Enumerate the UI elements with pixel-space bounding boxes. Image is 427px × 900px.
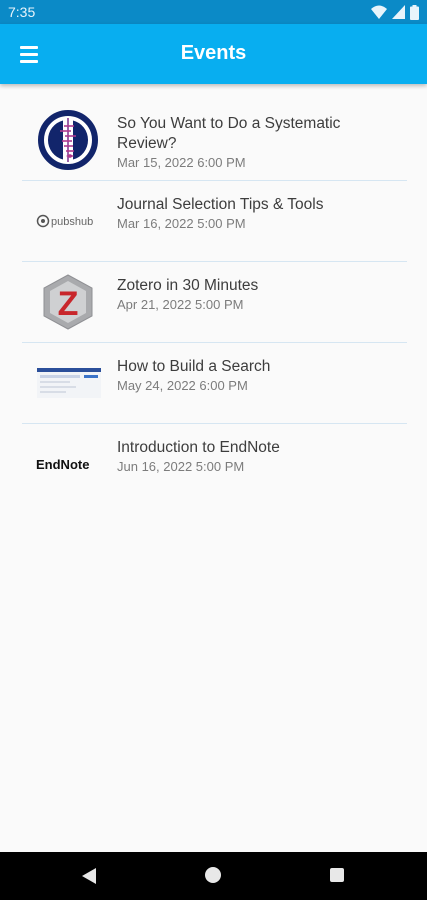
endnote-logo: EndNote <box>34 434 104 494</box>
event-date: Mar 16, 2022 5:00 PM <box>117 216 246 231</box>
signal-icon <box>392 5 405 19</box>
status-icons <box>371 4 419 20</box>
status-bar: 7:35 <box>0 0 427 24</box>
event-item-zotero[interactable]: Z Zotero in 30 Minutes Apr 21, 2022 5:00… <box>22 262 407 343</box>
event-text: Introduction to EndNote Jun 16, 2022 5:0… <box>117 438 397 474</box>
cochrane-logo <box>36 110 100 170</box>
recents-icon[interactable] <box>330 868 344 882</box>
svg-text:EndNote: EndNote <box>36 457 89 472</box>
event-title: Introduction to EndNote <box>117 439 280 456</box>
svg-text:Z: Z <box>58 285 79 323</box>
event-item-build-search[interactable]: How to Build a Search May 24, 2022 6:00 … <box>22 343 407 424</box>
event-item-systematic-review[interactable]: So You Want to Do a Systematic Review? M… <box>22 100 407 181</box>
event-date: Mar 15, 2022 6:00 PM <box>117 155 246 170</box>
event-text: Zotero in 30 Minutes Apr 21, 2022 5:00 P… <box>117 276 397 312</box>
event-title: So You Want to Do a Systematic Review? <box>117 115 341 152</box>
status-time: 7:35 <box>8 4 36 20</box>
home-icon[interactable] <box>205 867 221 883</box>
event-item-journal-selection[interactable]: pubshub Journal Selection Tips & Tools M… <box>22 181 407 262</box>
event-title: How to Build a Search <box>117 358 271 375</box>
svg-text:pubshub: pubshub <box>51 216 93 228</box>
event-title: Journal Selection Tips & Tools <box>117 196 324 213</box>
event-list: So You Want to Do a Systematic Review? M… <box>22 100 407 504</box>
pubshub-logo: pubshub <box>36 191 106 251</box>
app-bar: Events <box>0 24 427 84</box>
event-text: How to Build a Search May 24, 2022 6:00 … <box>117 357 397 393</box>
event-item-endnote[interactable]: EndNote Introduction to EndNote Jun 16, … <box>22 424 407 504</box>
zotero-logo: Z <box>36 272 100 332</box>
battery-icon <box>410 4 419 20</box>
event-date: May 24, 2022 6:00 PM <box>117 378 248 393</box>
event-text: Journal Selection Tips & Tools Mar 16, 2… <box>117 195 397 231</box>
wifi-icon <box>371 5 387 19</box>
page-title: Events <box>180 42 247 64</box>
system-nav-bar <box>0 852 427 900</box>
event-date: Apr 21, 2022 5:00 PM <box>117 297 244 312</box>
event-title: Zotero in 30 Minutes <box>117 277 259 294</box>
event-text: So You Want to Do a Systematic Review? M… <box>117 114 397 170</box>
search-screenshot-thumbnail <box>36 353 102 413</box>
event-date: Jun 16, 2022 5:00 PM <box>117 459 245 474</box>
back-icon[interactable] <box>82 868 96 884</box>
